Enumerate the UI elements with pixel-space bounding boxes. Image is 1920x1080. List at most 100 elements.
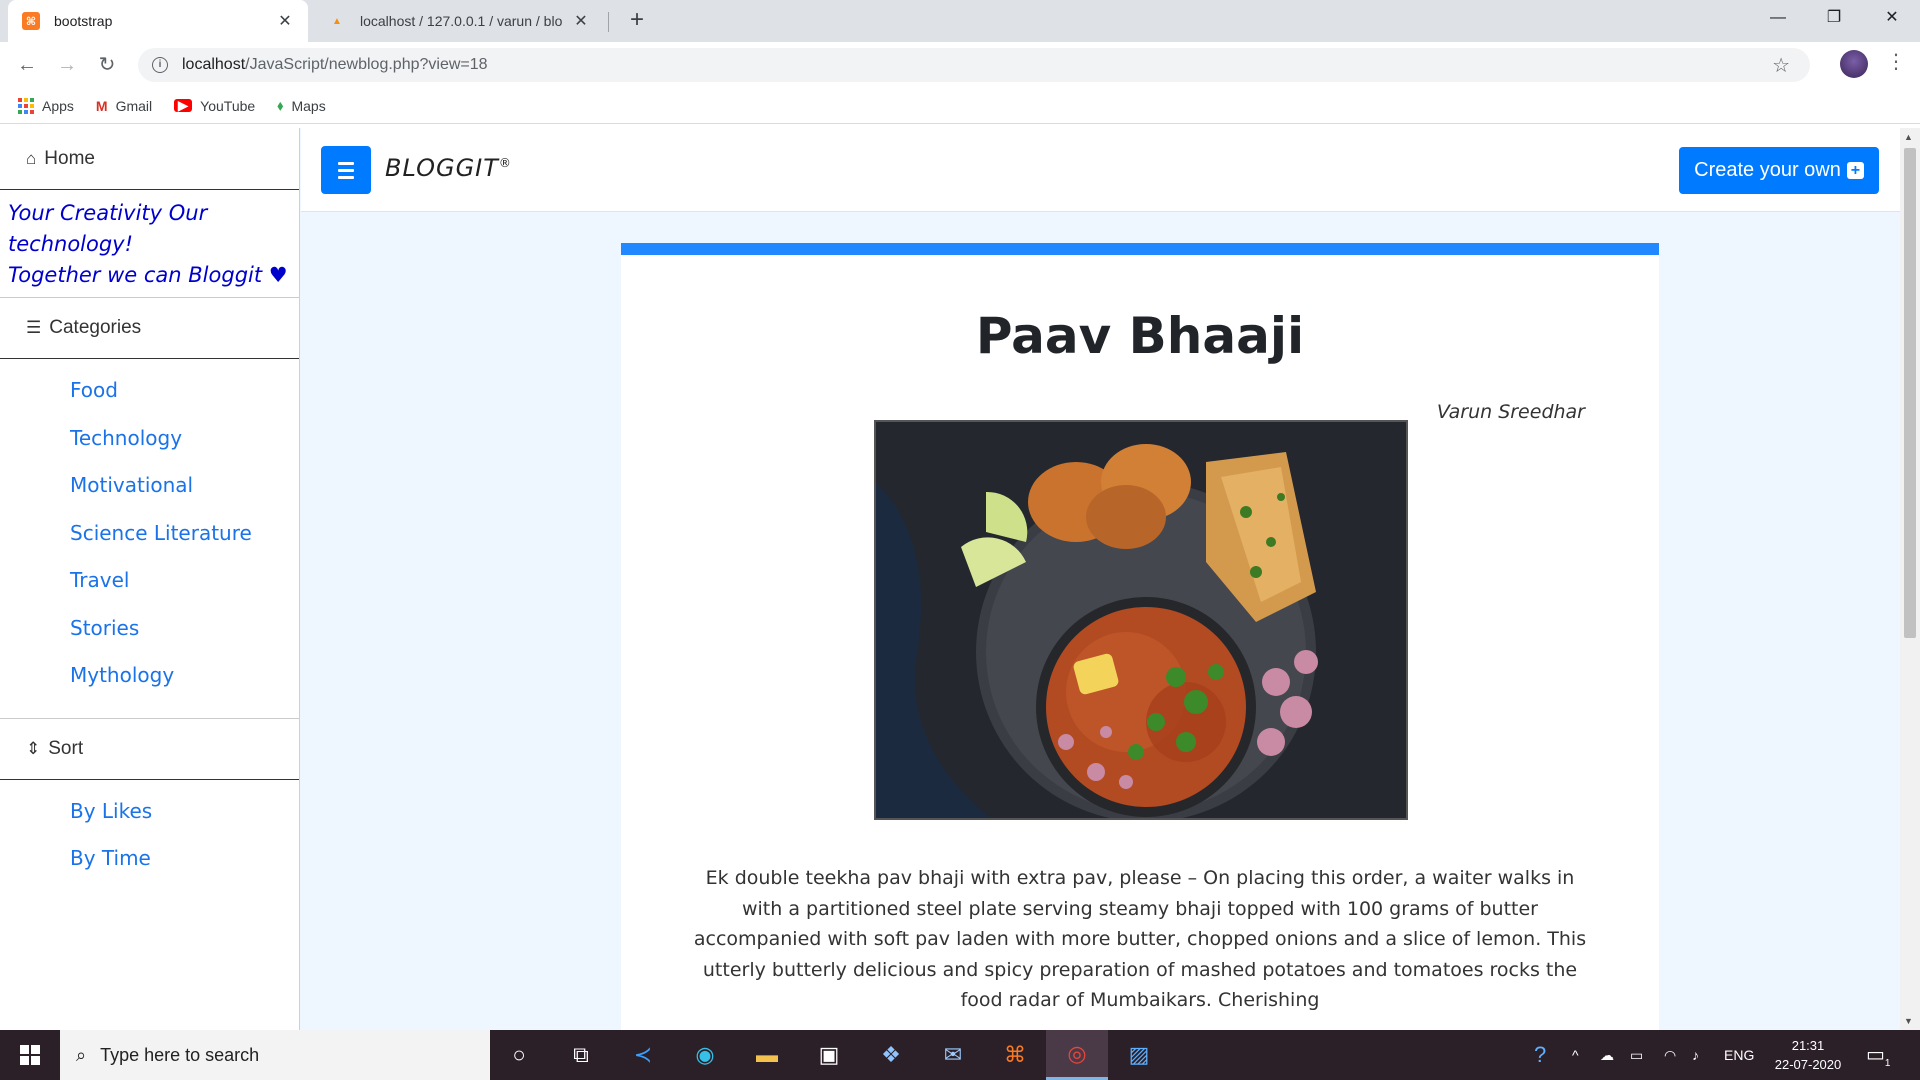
brand-text: BLOGGIT <box>385 154 499 182</box>
clock-date: 22-07-2020 <box>1774 1057 1842 1072</box>
photos-icon[interactable]: ▨ <box>1108 1030 1170 1080</box>
blog-post-card: Paav Bhaaji Varun Sreedhar Ek double tee… <box>621 243 1659 1030</box>
home-icon: ⌂ <box>26 148 37 168</box>
close-tab-icon[interactable]: ✕ <box>572 11 590 31</box>
tab-divider <box>608 12 609 32</box>
category-technology[interactable]: Technology <box>0 415 299 463</box>
categories-label: Categories <box>49 317 142 338</box>
post-author: Varun Sreedhar <box>1436 401 1585 423</box>
xampp-taskbar-icon[interactable]: ⌘ <box>984 1030 1046 1080</box>
store-icon[interactable]: ▣ <box>798 1030 860 1080</box>
sort-by-likes[interactable]: By Likes <box>0 788 299 836</box>
cortana-icon[interactable]: ○ <box>488 1030 550 1080</box>
close-tab-icon[interactable]: ✕ <box>276 11 294 31</box>
sidebar-categories-header[interactable]: ☰ Categories <box>0 297 299 359</box>
chrome-icon[interactable]: ◎ <box>1046 1030 1108 1080</box>
windows-taskbar: ⌕ Type here to search ○ ⧉ ≺ ◉ ▬ ▣ ❖ ✉ ⌘ … <box>0 1030 1920 1080</box>
pav-bhaji-photo <box>876 422 1406 818</box>
vscode-icon[interactable]: ≺ <box>612 1030 674 1080</box>
hamburger-icon <box>338 161 354 165</box>
site-info-icon[interactable]: i <box>152 57 168 73</box>
category-food[interactable]: Food <box>0 367 299 415</box>
url-host: localhost <box>182 56 246 73</box>
mail-icon[interactable]: ✉ <box>922 1030 984 1080</box>
bookmark-youtube[interactable]: ▶ YouTube <box>174 98 255 114</box>
clock-time: 21:31 <box>1791 1038 1825 1053</box>
address-bar[interactable]: i localhost/JavaScript/newblog.php?view=… <box>138 48 1810 82</box>
category-science-literature[interactable]: Science Literature <box>0 510 299 558</box>
browser-toolbar: ← → ↻ i localhost/JavaScript/newblog.php… <box>0 42 1920 88</box>
bookmarks-bar: Apps M Gmail ▶ YouTube ⬧ Maps <box>0 88 1920 124</box>
language-indicator[interactable]: ENG <box>1724 1030 1754 1080</box>
list-icon: ☰ <box>26 318 42 337</box>
back-icon[interactable]: ← <box>12 50 42 80</box>
start-button[interactable] <box>0 1030 60 1080</box>
bookmark-maps[interactable]: ⬧ Maps <box>277 97 326 114</box>
bookmark-label: Apps <box>42 97 74 114</box>
page-viewport: ⌂ Home Your Creativity Our technology! T… <box>0 128 1900 1030</box>
new-tab-button[interactable]: + <box>622 6 652 36</box>
sort-by-time[interactable]: By Time <box>0 835 299 883</box>
tab-title: localhost / 127.0.0.1 / varun / blo <box>360 13 563 29</box>
plus-square-icon: + <box>1846 162 1864 179</box>
site-brand[interactable]: BLOGGIT® <box>385 154 512 182</box>
bookmark-label: Maps <box>291 97 326 114</box>
restore-icon[interactable]: ❐ <box>1806 0 1862 36</box>
post-image <box>874 420 1408 820</box>
bookmark-gmail[interactable]: M Gmail <box>96 98 152 114</box>
taskbar-search[interactable]: ⌕ Type here to search <box>60 1030 490 1080</box>
sidebar: ⌂ Home Your Creativity Our technology! T… <box>0 128 300 1030</box>
sidebar-home[interactable]: ⌂ Home <box>0 128 299 190</box>
scrollbar-thumb[interactable] <box>1904 148 1916 638</box>
sort-list: By Likes By Time <box>0 780 299 883</box>
show-hidden-icons-icon[interactable]: ^ <box>1572 1030 1579 1080</box>
file-explorer-icon[interactable]: ▬ <box>736 1030 798 1080</box>
scroll-up-icon[interactable]: ▲ <box>1904 132 1913 142</box>
task-view-icon[interactable]: ⧉ <box>550 1030 612 1080</box>
browser-menu-icon[interactable]: ⋮ <box>1886 52 1906 72</box>
tagline-line2: Together we can Bloggit <box>8 263 263 287</box>
tab-phpmyadmin[interactable]: ▲ localhost / 127.0.0.1 / varun / blo ✕ <box>314 0 604 42</box>
site-navbar: BLOGGIT® Create your own + <box>301 128 1900 212</box>
sidebar-sort-header[interactable]: ⇕ Sort <box>0 717 299 780</box>
reload-icon[interactable]: ↻ <box>92 50 122 80</box>
battery-icon[interactable]: ▭ <box>1630 1030 1643 1080</box>
bookmark-label: YouTube <box>200 97 256 114</box>
dropbox-icon[interactable]: ❖ <box>860 1030 922 1080</box>
page-scrollbar[interactable]: ▲ ▼ <box>1900 128 1920 1030</box>
notification-center-icon[interactable]: ▭1 <box>1866 1042 1890 1069</box>
maps-icon: ⬧ <box>277 97 284 113</box>
sidebar-tagline: Your Creativity Our technology! Together… <box>0 190 299 297</box>
category-motivational[interactable]: Motivational <box>0 462 299 510</box>
sidebar-toggle-button[interactable] <box>321 146 371 194</box>
apps-icon <box>18 97 34 114</box>
home-label: Home <box>44 147 95 169</box>
profile-avatar[interactable] <box>1840 50 1868 78</box>
forward-icon[interactable]: → <box>52 50 82 80</box>
taskbar-clock[interactable]: 21:31 22-07-2020 <box>1768 1036 1848 1074</box>
create-post-button[interactable]: Create your own + <box>1679 147 1879 194</box>
scroll-down-icon[interactable]: ▼ <box>1904 1016 1913 1026</box>
bookmark-star-icon[interactable]: ☆ <box>1772 53 1790 78</box>
tab-title: bootstrap <box>54 13 113 29</box>
phpmyadmin-icon: ▲ <box>332 15 342 27</box>
volume-icon[interactable]: ♪ <box>1692 1030 1699 1080</box>
onedrive-icon[interactable]: ☁ <box>1600 1030 1614 1080</box>
category-travel[interactable]: Travel <box>0 557 299 605</box>
category-stories[interactable]: Stories <box>0 605 299 653</box>
sort-icon: ⇕ <box>26 738 41 758</box>
tab-bootstrap[interactable]: ⌘ bootstrap ✕ <box>8 0 308 42</box>
windows-logo-icon <box>20 1045 40 1065</box>
help-icon[interactable]: ? <box>1534 1030 1546 1080</box>
edge-icon[interactable]: ◉ <box>674 1030 736 1080</box>
browser-tab-strip: ⌘ bootstrap ✕ ▲ localhost / 127.0.0.1 / … <box>0 0 1920 42</box>
wifi-icon[interactable]: ◠ <box>1664 1030 1676 1080</box>
search-icon: ⌕ <box>76 1044 87 1065</box>
window-close-icon[interactable]: ✕ <box>1864 0 1920 36</box>
url-path: /JavaScript/newblog.php?view=18 <box>245 56 488 73</box>
sort-label: Sort <box>48 737 84 759</box>
xampp-icon: ⌘ <box>22 12 40 30</box>
minimize-icon[interactable]: — <box>1750 0 1806 36</box>
bookmark-apps[interactable]: Apps <box>18 97 74 114</box>
category-mythology[interactable]: Mythology <box>0 652 299 700</box>
